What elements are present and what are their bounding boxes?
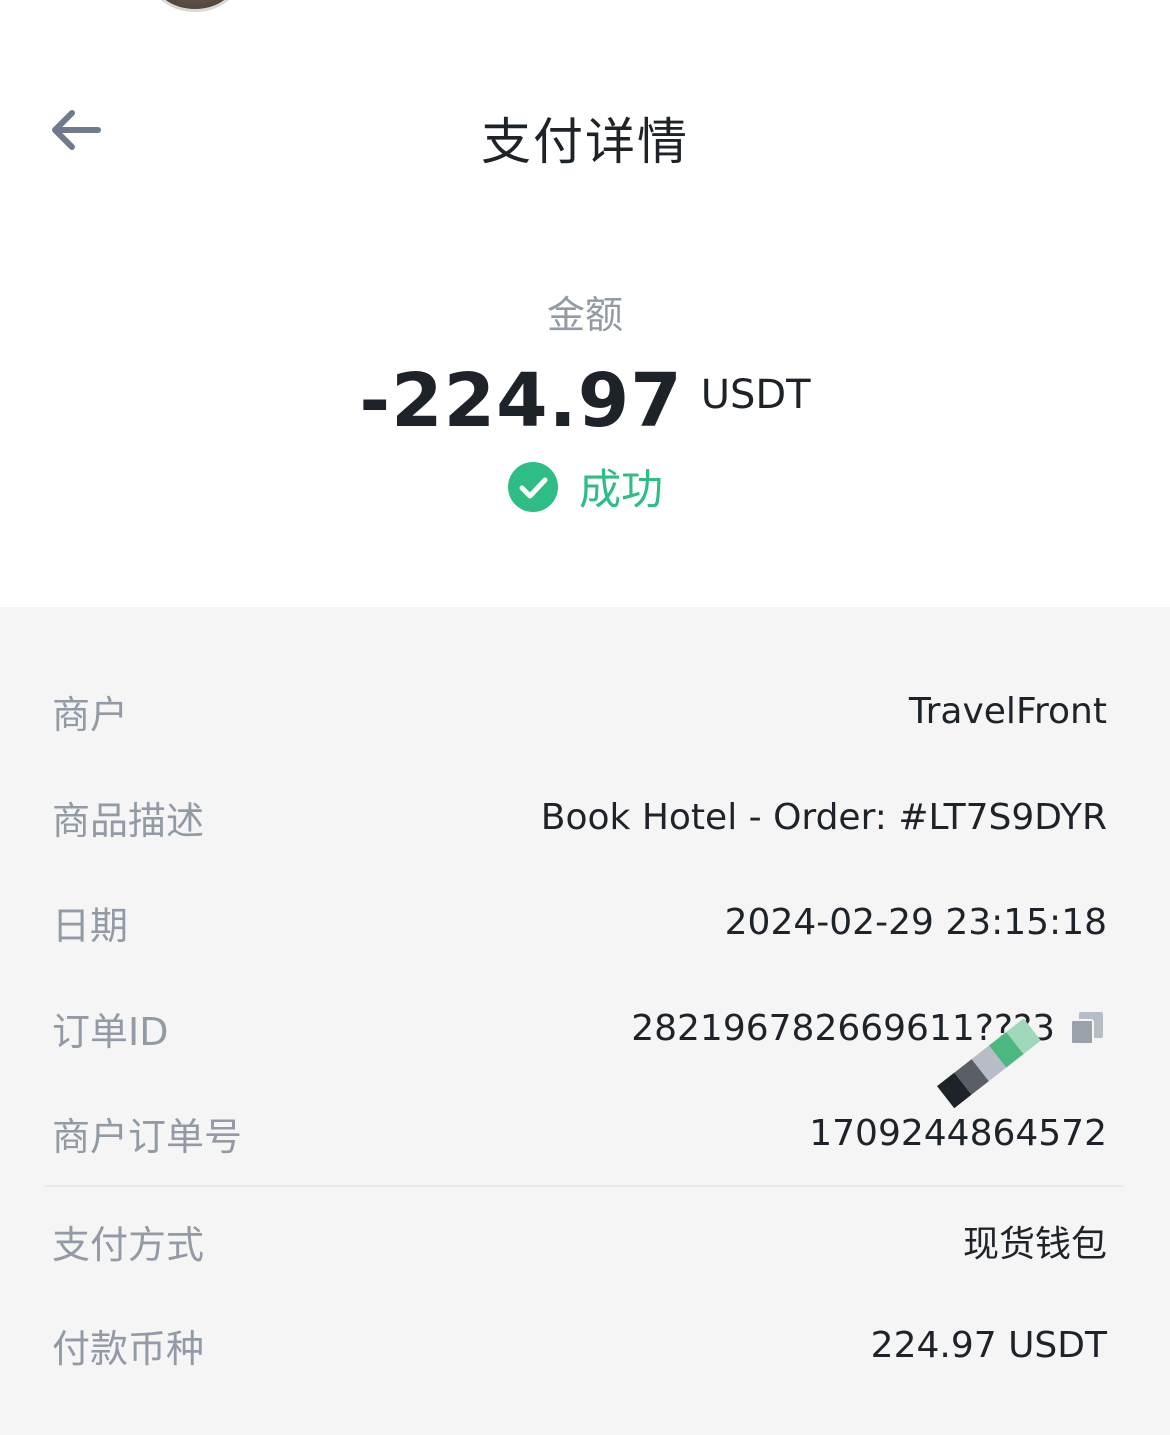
merchant-order-label: 商户订单号 bbox=[52, 1114, 243, 1159]
detail-row-payment-method: 支付方式 现货钱包 bbox=[52, 1206, 1107, 1276]
amount-label: 金额 bbox=[546, 293, 623, 337]
merchant-value: TravelFront bbox=[908, 690, 1107, 732]
amount-value: -224.97 bbox=[359, 358, 683, 444]
merchant-order-value: 1709244864572 bbox=[809, 1112, 1107, 1154]
detail-row-payment-currency: 付款币种 224.97 USDT bbox=[52, 1310, 1107, 1380]
payment-currency-value: 224.97 USDT bbox=[870, 1324, 1107, 1366]
status-text: 成功 bbox=[578, 465, 663, 514]
detail-row-merchant: 商户 TravelFront bbox=[52, 676, 1107, 746]
detail-row-date: 日期 2024-02-29 23:15:18 bbox=[52, 887, 1107, 957]
description-label: 商品描述 bbox=[52, 798, 205, 843]
divider bbox=[44, 1185, 1124, 1187]
order-id-label: 订单ID bbox=[52, 1009, 169, 1054]
detail-row-description: 商品描述 Book Hotel - Order: #LT7S9DYR bbox=[52, 782, 1107, 852]
merchant-label: 商户 bbox=[52, 692, 129, 737]
status-line: 成功 bbox=[0, 456, 1170, 517]
check-circle-icon bbox=[507, 461, 559, 513]
page-title: 支付详情 bbox=[481, 113, 689, 171]
date-label: 日期 bbox=[52, 903, 129, 948]
payment-method-value: 现货钱包 bbox=[962, 1224, 1107, 1265]
amount-section: 金额 -224.97 USDT 成功 bbox=[0, 270, 1170, 550]
header: 支付详情 bbox=[0, 80, 1170, 190]
payment-currency-label: 付款币种 bbox=[52, 1326, 205, 1371]
copy-icon[interactable] bbox=[1067, 1008, 1107, 1048]
payment-method-label: 支付方式 bbox=[52, 1222, 205, 1267]
avatar bbox=[150, 0, 240, 12]
watermark-swatch bbox=[920, 1000, 1050, 1110]
amount-unit: USDT bbox=[700, 372, 811, 418]
description-value: Book Hotel - Order: #LT7S9DYR bbox=[540, 796, 1107, 838]
amount-line: -224.97 USDT bbox=[0, 358, 1170, 444]
date-value: 2024-02-29 23:15:18 bbox=[724, 901, 1107, 943]
